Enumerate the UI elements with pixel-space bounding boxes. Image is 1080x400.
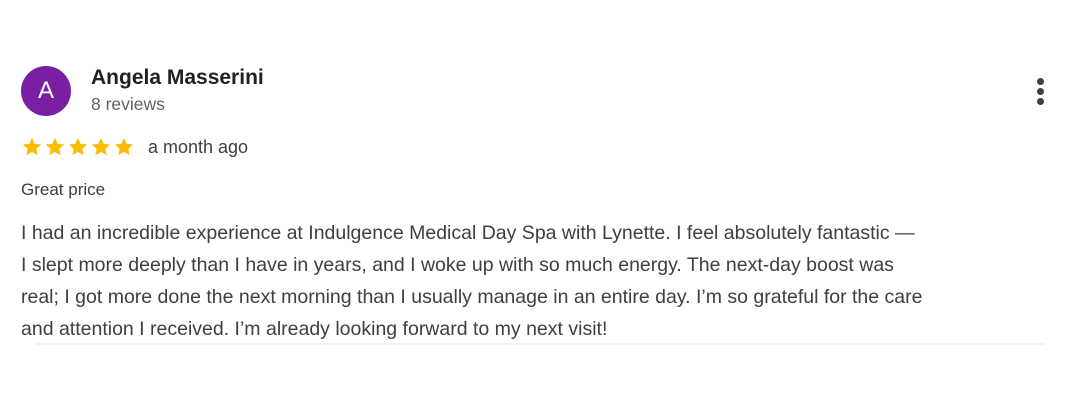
reviewer-review-count[interactable]: 8 reviews [91, 94, 165, 115]
review-card: A Angela Masserini 8 reviews a month ago… [0, 0, 1080, 400]
star-icon [91, 138, 111, 156]
star-rating [21, 136, 135, 158]
avatar[interactable]: A [21, 66, 71, 116]
star-icon [45, 138, 65, 156]
reviewer-name[interactable]: Angela Masserini [91, 66, 264, 90]
rating-row: a month ago [21, 134, 248, 160]
star-icon [114, 138, 134, 156]
divider [36, 343, 1044, 345]
review-text-line: and attention I received. I’m already lo… [21, 318, 608, 340]
avatar-letter: A [37, 77, 54, 104]
review-text-line: real; I got more done the next morning t… [21, 286, 923, 308]
star-icon [68, 138, 88, 156]
review-text-line: I had an incredible experience at Indulg… [21, 222, 915, 244]
more-options-button[interactable] [1030, 76, 1052, 108]
review-headline: Great price [21, 180, 106, 199]
review-text-line: I slept more deeply than I have in years… [21, 254, 894, 276]
review-text: I had an incredible experience at Indulg… [21, 217, 1061, 345]
star-icon [22, 138, 42, 156]
review-time: a month ago [148, 136, 249, 157]
